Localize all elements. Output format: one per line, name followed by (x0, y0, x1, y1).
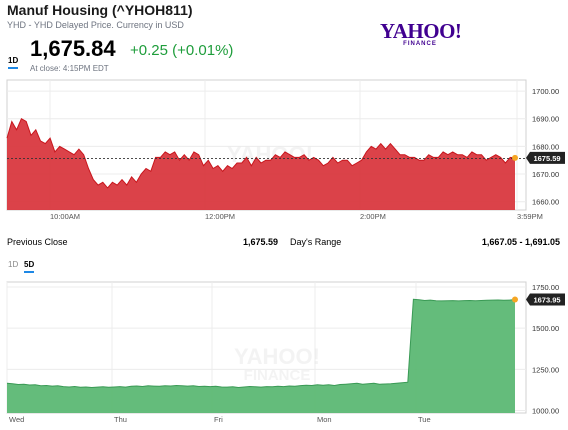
y-tick-label: 1250.00 (532, 365, 559, 374)
y-tick-label: 1750.00 (532, 283, 559, 292)
price-change: +0.25 (+0.01%) (130, 42, 234, 59)
previous-close-label: Previous Close (7, 237, 68, 247)
page-subtitle: YHD - YHD Delayed Price. Currency in USD (7, 20, 184, 30)
x-tick-label: Tue (418, 415, 431, 424)
five-day-chart: 1000.00 1250.00 1500.00 1750.00 Wed Thu Fri Mon… (6, 281, 565, 424)
x-tick-label: Mon (317, 415, 332, 424)
watermark: YAHOO!FINANCE (234, 344, 320, 384)
tab-1d[interactable]: 1D (8, 260, 18, 271)
last-price-marker (512, 154, 518, 161)
y-tick-label: 1660.00 (532, 198, 559, 207)
y-tick-label: 1670.00 (532, 170, 559, 179)
days-range-value: 1,667.05 - 1,691.05 (481, 237, 560, 247)
y-tick-label: 1690.00 (532, 115, 559, 124)
previous-close-value: 1,675.59 (243, 237, 279, 247)
close-note: At close: 4:15PM EDT (30, 64, 109, 73)
x-tick-label: 10:00AM (50, 212, 80, 220)
page-title: Manuf Housing (^YHOH811) (7, 2, 193, 18)
logo-main-text: YAHOO! (380, 19, 462, 43)
y-tick-label: 1680.00 (532, 142, 559, 151)
x-tick-label: Thu (114, 415, 127, 424)
intraday-chart: 1660.00 1670.00 1680.00 1690.00 1700.00 10:00… (6, 79, 565, 220)
x-tick-label: Fri (214, 415, 223, 424)
watermark-text: YAHOO! (234, 344, 320, 369)
last-price-label: 1673.95 (533, 295, 560, 304)
last-price-label: 1675.59 (533, 154, 560, 163)
x-tick-label: 12:00PM (205, 212, 235, 220)
current-price: 1,675.84 (30, 36, 116, 61)
x-tick-label: 2:00PM (360, 212, 386, 220)
x-tick-label: 3:59PM (517, 212, 543, 220)
tab-5d[interactable]: 5D (24, 260, 35, 273)
yahoo-finance-logo: YAHOO! FINANCE (380, 19, 462, 48)
watermark-sub-text: FINANCE (244, 367, 311, 384)
x-tick-label: Wed (9, 415, 24, 424)
y-tick-label: 1700.00 (532, 87, 559, 96)
days-range-label: Day's Range (290, 237, 342, 247)
y-tick-label: 1500.00 (532, 324, 559, 333)
y-tick-label: 1000.00 (532, 407, 559, 416)
tab-1d-top[interactable]: 1D (8, 56, 19, 69)
last-price-marker (512, 296, 518, 303)
